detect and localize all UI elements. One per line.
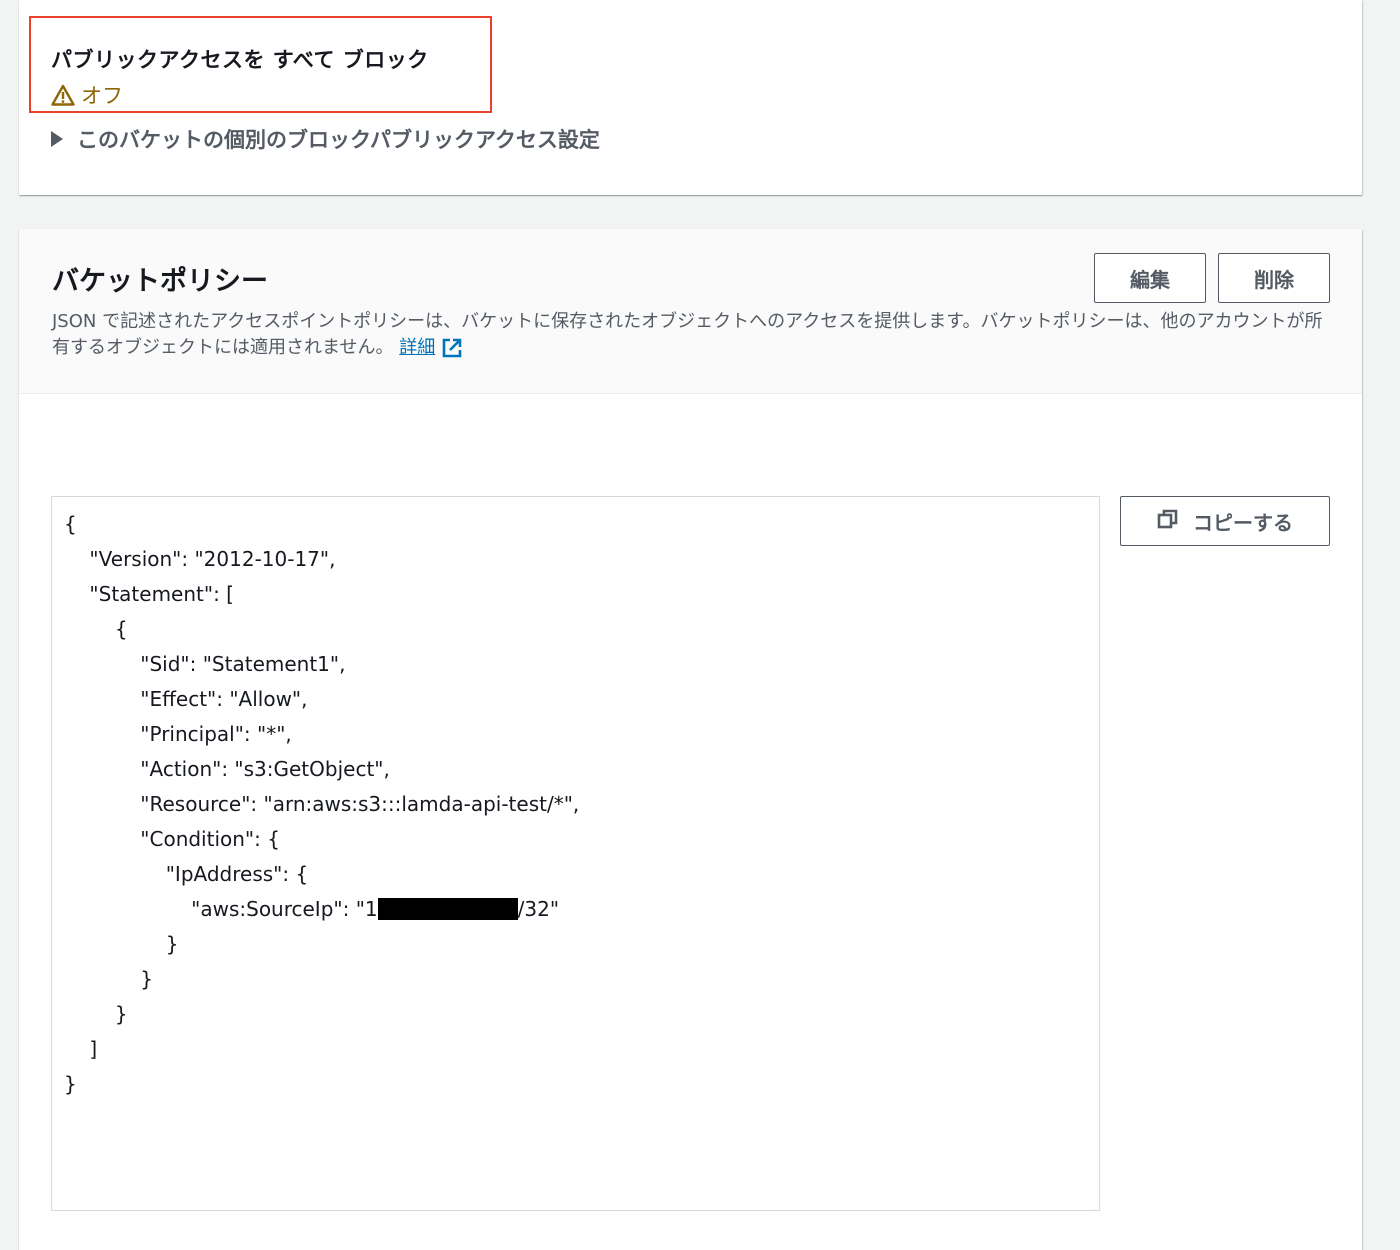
code-line: } <box>64 967 154 991</box>
bucket-policy-description-text: JSON で記述されたアクセスポイントポリシーは、バケットに保存されたオブジェク… <box>52 311 1323 358</box>
delete-button[interactable]: 削除 <box>1218 253 1330 303</box>
code-line: { <box>64 617 128 641</box>
warning-icon <box>51 84 75 106</box>
redacted-ip-block <box>377 897 518 920</box>
copy-icon <box>1157 508 1179 535</box>
s3-bucket-permissions-page: パブリックアクセスを すべて ブロック オフ このバケットの個別のブロックパブリ… <box>0 0 1400 1250</box>
bucket-policy-panel: バケットポリシー JSON で記述されたアクセスポイントポリシーは、バケットに保… <box>19 229 1362 1250</box>
code-line: "Action": "s3:GetObject", <box>64 757 390 781</box>
source-ip-suffix: /32" <box>517 897 560 921</box>
copy-button[interactable]: コピーする <box>1120 496 1330 546</box>
bucket-policy-title: バケットポリシー <box>52 266 268 297</box>
caret-right-icon <box>51 131 63 147</box>
code-line: "Resource": "arn:aws:s3:::lamda-api-test… <box>64 792 580 816</box>
bucket-policy-header: バケットポリシー JSON で記述されたアクセスポイントポリシーは、バケットに保… <box>19 229 1362 394</box>
code-line: "IpAddress": { <box>64 862 309 886</box>
code-line: "Principal": "*", <box>64 722 292 746</box>
code-line: "Effect": "Allow", <box>64 687 308 711</box>
block-public-access-title: パブリックアクセスを すべて ブロック <box>51 48 429 72</box>
code-line: "Statement": [ <box>64 582 234 606</box>
individual-block-settings-label: このバケットの個別のブロックパブリックアクセス設定 <box>77 128 600 152</box>
source-ip-prefix: "aws:SourceIp": "1 <box>64 897 378 921</box>
bucket-policy-description: JSON で記述されたアクセスポイントポリシーは、バケットに保存されたオブジェク… <box>52 309 1327 361</box>
external-link-icon <box>441 335 463 361</box>
edit-button[interactable]: 編集 <box>1094 253 1206 303</box>
code-line: { <box>64 512 77 536</box>
code-line: "Sid": "Statement1", <box>64 652 346 676</box>
block-public-access-status: オフ <box>51 80 123 110</box>
bucket-policy-code-view[interactable]: { "Version": "2012-10-17", "Statement": … <box>51 496 1100 1211</box>
learn-more-label: 詳細 <box>399 337 436 358</box>
individual-block-settings-expander[interactable]: このバケットの個別のブロックパブリックアクセス設定 <box>51 124 600 154</box>
code-line: ] <box>64 1037 98 1061</box>
code-line: "Condition": { <box>64 827 280 851</box>
learn-more-link[interactable]: 詳細 <box>399 335 463 361</box>
resize-handle-icon[interactable] <box>1084 1195 1096 1210</box>
code-line: } <box>64 1002 128 1026</box>
code-line-source-ip: "aws:SourceIp": "1/32" <box>64 892 1087 927</box>
code-line: "Version": "2012-10-17", <box>64 547 336 571</box>
copy-button-label: コピーする <box>1193 510 1293 535</box>
code-line: } <box>64 932 179 956</box>
block-public-access-status-text: オフ <box>81 84 123 108</box>
code-line: } <box>64 1072 77 1096</box>
